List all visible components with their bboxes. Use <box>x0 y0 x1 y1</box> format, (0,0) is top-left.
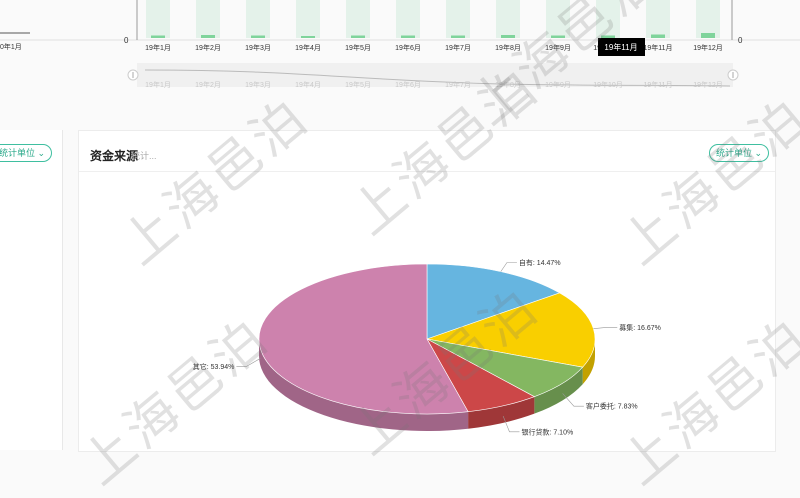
chevron-down-icon: ⌄ <box>37 148 46 158</box>
bar-background <box>396 0 420 38</box>
slider-tick-label: 19年9月 <box>545 80 571 89</box>
left-tick-fragment: 0年1月 <box>0 42 22 51</box>
x-tick-label: 19年7月 <box>445 43 471 52</box>
chevron-down-icon: ⌄ <box>754 148 763 158</box>
x-tick-label: 19年11月 <box>643 43 672 52</box>
fund-source-card: 资金来源 统计... 统计单位 ⌄ <box>78 130 776 452</box>
left-unit-label: 统计单位 <box>0 148 36 158</box>
bar-background <box>196 0 220 38</box>
bar-7[interactable] <box>501 35 515 38</box>
bar-5[interactable] <box>401 35 415 39</box>
card-unit-label: 统计单位 <box>716 148 753 158</box>
bar-2[interactable] <box>251 35 265 39</box>
slider-tick-label: 19年8月 <box>495 80 521 89</box>
left-panel: 统计单位 ⌄ <box>0 130 63 450</box>
x-tick-label: 19年5月 <box>345 43 371 52</box>
slider-tick-label: 19年3月 <box>245 80 271 89</box>
x-tick-label: 19年2月 <box>195 43 221 52</box>
bar-background <box>546 0 570 38</box>
tooltip-text: 19年11月 <box>604 42 637 52</box>
bar-9[interactable] <box>601 35 615 39</box>
bar-background <box>696 0 720 38</box>
bar-background <box>246 0 270 38</box>
bar-6[interactable] <box>451 35 465 39</box>
y-zero-left: 0 <box>124 36 129 45</box>
slider-tick-label: 19年1月 <box>145 80 171 89</box>
card-divider <box>79 171 775 172</box>
bar-0[interactable] <box>151 35 165 39</box>
slider-tick-label: 19年12月 <box>693 80 723 89</box>
slider-tick-label: 19年11月 <box>643 80 672 89</box>
card-subtitle: 统计... <box>131 151 157 161</box>
x-tick-label: 19年8月 <box>495 43 521 52</box>
slider-handle-left[interactable] <box>127 69 139 81</box>
x-tick-label: 19年6月 <box>395 43 421 52</box>
bar-10[interactable] <box>651 34 665 39</box>
slider-tick-label: 19年2月 <box>195 80 221 89</box>
bar-background <box>596 0 620 38</box>
x-tick-label: 19年9月 <box>545 43 571 52</box>
bar-background <box>346 0 370 38</box>
x-tick-label: 19年12月 <box>693 43 723 52</box>
slider-tick-label: 19年4月 <box>295 80 321 89</box>
bar-background <box>496 0 520 38</box>
left-unit-button[interactable]: 统计单位 ⌄ <box>0 144 53 162</box>
bar-4[interactable] <box>351 35 365 39</box>
x-tick-label: 19年4月 <box>295 43 321 52</box>
x-tick-label: 19年1月 <box>145 43 171 52</box>
bar-8[interactable] <box>551 35 565 39</box>
slider-handle-right[interactable] <box>727 69 739 81</box>
bar-3[interactable] <box>301 36 315 38</box>
card-unit-button[interactable]: 统计单位 ⌄ <box>709 144 770 162</box>
bar-11[interactable] <box>701 33 715 38</box>
slider-tick-label: 19年5月 <box>345 80 371 89</box>
slider-tick-label: 19年7月 <box>445 80 471 89</box>
bar-background <box>146 0 170 38</box>
bar-background <box>646 0 670 38</box>
slider-tick-label: 19年6月 <box>395 80 421 89</box>
bar-background <box>296 0 320 38</box>
bar-background <box>446 0 470 38</box>
monthly-bar-chart: 0 0 0年1月 19年1月 19年2月 19年3月 19年4月 19年5月 19年6月 1… <box>0 0 800 89</box>
slider-tick-label: 19年10月 <box>593 80 623 89</box>
x-tick-label: 19年3月 <box>245 43 271 52</box>
y-zero-right: 0 <box>738 36 743 45</box>
bar-1[interactable] <box>201 35 215 38</box>
